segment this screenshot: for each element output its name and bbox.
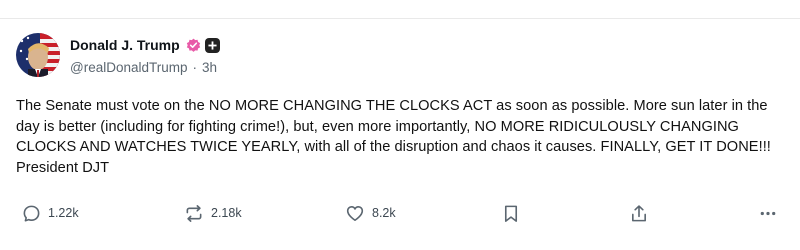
reply-icon [23, 205, 40, 222]
separator: · [192, 60, 198, 75]
post-header: Donald J. Trump @realDonaldTrump · 3h [16, 33, 220, 77]
handle-row: @realDonaldTrump · 3h [70, 60, 220, 75]
repost-count: 2.18k [211, 206, 242, 220]
like-button[interactable]: 8.2k [345, 202, 396, 224]
repost-button[interactable]: 2.18k [184, 202, 242, 224]
plus-badge-icon [204, 37, 220, 53]
more-button[interactable] [758, 202, 778, 224]
more-icon [760, 211, 776, 215]
post-card[interactable]: Donald J. Trump @realDonaldTrump · 3h Th… [0, 19, 800, 250]
avatar-image [16, 33, 60, 77]
author-meta: Donald J. Trump @realDonaldTrump · 3h [70, 35, 220, 75]
handle[interactable]: @realDonaldTrump [70, 60, 188, 75]
verified-badge-icon [186, 38, 201, 53]
reply-button[interactable]: 1.22k [22, 202, 79, 224]
post-text: The Senate must vote on the NO MORE CHAN… [16, 98, 771, 176]
like-count: 8.2k [372, 206, 396, 220]
share-icon [632, 204, 646, 221]
divider [0, 0, 800, 19]
name-row: Donald J. Trump [70, 35, 220, 55]
reply-count: 1.22k [48, 206, 79, 220]
share-button[interactable] [630, 202, 648, 224]
bookmark-button[interactable] [503, 202, 519, 224]
repost-icon [186, 204, 202, 222]
bookmark-icon [504, 205, 518, 222]
action-bar: 1.22k 2.18k 8.2k [0, 202, 800, 224]
timestamp[interactable]: 3h [202, 60, 217, 75]
display-name[interactable]: Donald J. Trump [70, 37, 180, 53]
avatar[interactable] [16, 33, 60, 77]
heart-icon [346, 205, 364, 221]
